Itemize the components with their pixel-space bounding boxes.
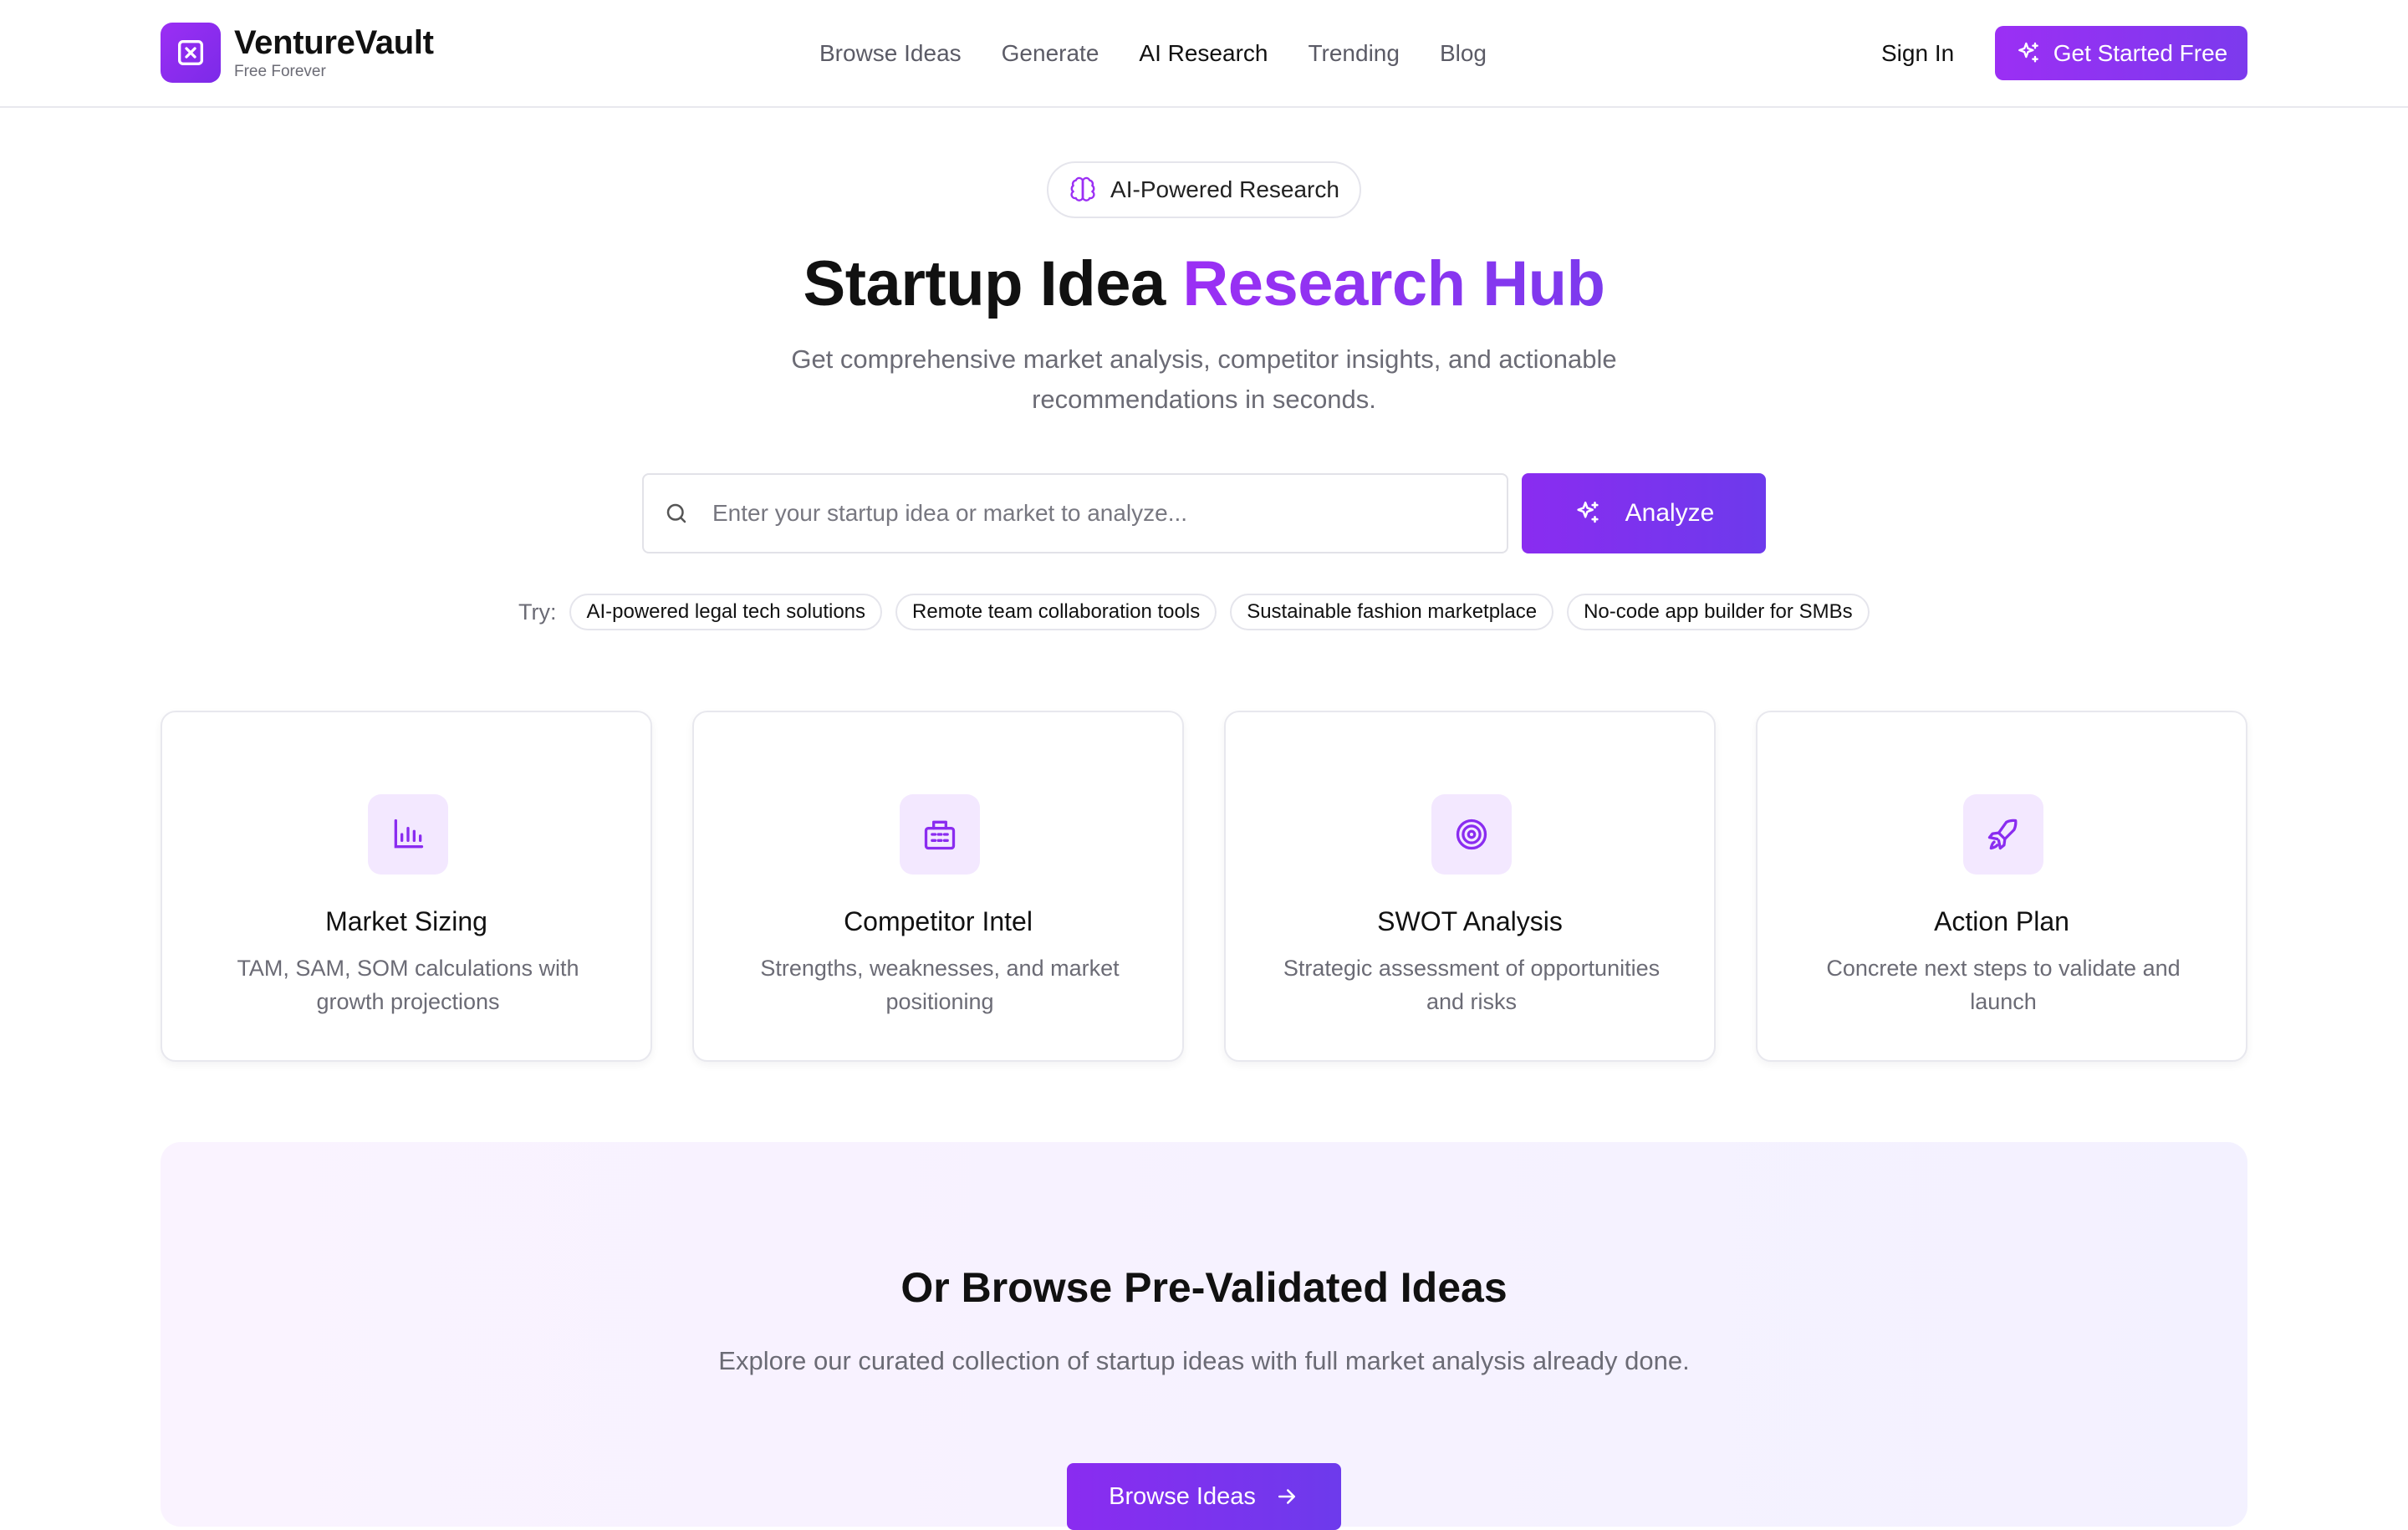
nav-browse-ideas[interactable]: Browse Ideas	[819, 37, 962, 70]
suggestion-row: Try: AI-powered legal tech solutions Rem…	[518, 594, 1883, 630]
bar-chart-icon	[368, 794, 448, 875]
nav-generate[interactable]: Generate	[1002, 37, 1099, 70]
browse-ideas-label: Browse Ideas	[1109, 1482, 1256, 1510]
badge-label: AI-Powered Research	[1110, 176, 1339, 202]
search-input[interactable]	[711, 499, 1507, 528]
brand-logo[interactable]: VentureVault Free Forever	[161, 23, 434, 83]
building-icon	[900, 794, 980, 875]
title-plain: Startup Idea	[803, 248, 1166, 319]
feature-card-action-plan: Action Plan Concrete next steps to valid…	[1756, 711, 2247, 1062]
feature-cards: Market Sizing TAM, SAM, SOM calculations…	[161, 711, 2247, 1062]
feature-card-competitor-intel: Competitor Intel Strengths, weaknesses, …	[692, 711, 1184, 1062]
arrow-right-icon	[1274, 1484, 1299, 1509]
sparkles-icon	[1574, 499, 1602, 528]
get-started-label: Get Started Free	[2053, 39, 2228, 66]
card-desc: Concrete next steps to validate and laun…	[1826, 956, 2181, 1014]
analyze-button[interactable]: Analyze	[1522, 473, 1766, 553]
browse-title: Or Browse Pre-Validated Ideas	[900, 1264, 1508, 1311]
nav-ai-research[interactable]: AI Research	[1139, 37, 1268, 70]
suggestion-chip[interactable]: No-code app builder for SMBs	[1567, 594, 1870, 630]
try-label: Try:	[518, 599, 557, 625]
browse-section: Or Browse Pre-Validated Ideas Explore ou…	[161, 1142, 2247, 1530]
card-desc: Strengths, weaknesses, and market positi…	[760, 956, 1120, 1014]
sparkles-icon	[2015, 40, 2042, 67]
top-navbar: VentureVault Free Forever Browse Ideas G…	[0, 0, 2408, 108]
rocket-icon	[1963, 794, 2043, 875]
browse-desc: Explore our curated collection of startu…	[718, 1346, 1690, 1375]
browse-ideas-button[interactable]: Browse Ideas	[1067, 1463, 1341, 1530]
brain-icon	[1069, 176, 1097, 204]
search-icon	[664, 501, 689, 526]
square-x-icon	[161, 23, 221, 83]
get-started-button[interactable]: Get Started Free	[1995, 26, 2247, 80]
target-icon	[1431, 794, 1512, 875]
card-desc: Strategic assessment of opportunities an…	[1283, 956, 1661, 1014]
title-accent: Research Hub	[1182, 248, 1605, 319]
main-nav: Browse Ideas Generate AI Research Trendi…	[819, 37, 1487, 70]
sign-in-link[interactable]: Sign In	[1881, 37, 1954, 70]
card-desc: TAM, SAM, SOM calculations with growth p…	[237, 956, 579, 1014]
suggestion-chip[interactable]: AI-powered legal tech solutions	[569, 594, 883, 630]
nav-trending[interactable]: Trending	[1308, 37, 1399, 70]
card-title: SWOT Analysis	[1377, 906, 1563, 936]
suggestion-chip[interactable]: Remote team collaboration tools	[895, 594, 1217, 630]
nav-blog[interactable]: Blog	[1440, 37, 1487, 70]
brand-tagline: Free Forever	[234, 63, 326, 80]
card-title: Competitor Intel	[844, 906, 1033, 936]
search-box	[642, 473, 1508, 553]
card-title: Action Plan	[1934, 906, 2069, 936]
feature-card-swot: SWOT Analysis Strategic assessment of op…	[1224, 711, 1716, 1062]
page-subtitle: Get comprehensive market analysis, compe…	[791, 344, 1617, 414]
card-title: Market Sizing	[325, 906, 487, 936]
feature-card-market-sizing: Market Sizing TAM, SAM, SOM calculations…	[161, 711, 652, 1062]
ai-research-badge: AI-Powered Research	[1047, 161, 1361, 218]
analyze-label: Analyze	[1625, 499, 1715, 527]
page-title: Startup Idea Research Hub	[0, 244, 2408, 324]
suggestion-chip[interactable]: Sustainable fashion marketplace	[1230, 594, 1554, 630]
brand-name: VentureVault	[234, 24, 434, 61]
